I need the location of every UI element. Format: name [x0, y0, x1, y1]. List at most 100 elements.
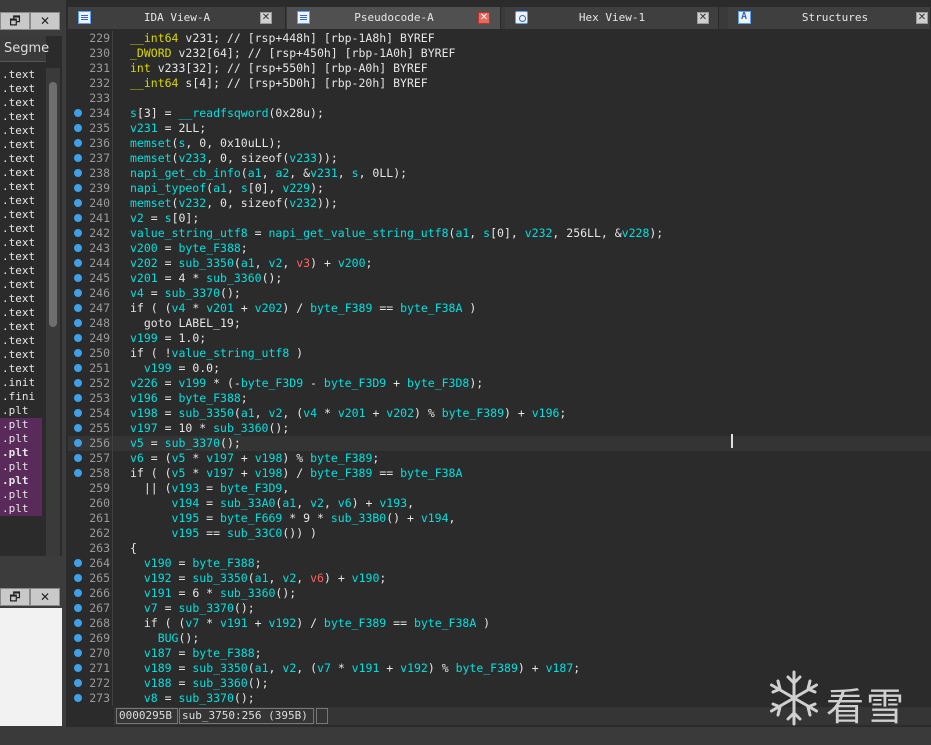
code-line[interactable]: 231 int v233[32]; // [rsp+550h] [rbp-A0h]…: [68, 61, 931, 76]
segment-item[interactable]: .fini: [0, 390, 42, 404]
code-text[interactable]: memset(v233, 0, sizeof(v233));: [130, 151, 338, 166]
code-text[interactable]: if ( !value_string_utf8 ): [130, 346, 303, 361]
code-text[interactable]: v8 = sub_3370();: [130, 691, 255, 706]
segment-item[interactable]: .text: [0, 68, 42, 82]
breakpoint-dot-icon[interactable]: [74, 304, 82, 312]
breakpoint-dot-icon[interactable]: [74, 334, 82, 342]
segment-item[interactable]: .init: [0, 376, 42, 390]
tab-ida-view-a[interactable]: IDA View-A ✕: [68, 7, 286, 29]
segment-item[interactable]: .plt: [0, 460, 42, 474]
breakpoint-dot-icon[interactable]: [74, 454, 82, 462]
code-line[interactable]: 245 v201 = 4 * sub_3360();: [68, 271, 931, 286]
code-line[interactable]: 241 v2 = s[0];: [68, 211, 931, 226]
code-line[interactable]: 248 goto LABEL_19;: [68, 316, 931, 331]
code-line[interactable]: 257 v6 = (v5 * v197 + v198) % byte_F389;: [68, 451, 931, 466]
code-text[interactable]: v199 = 0.0;: [130, 361, 220, 376]
code-text[interactable]: goto LABEL_19;: [130, 316, 241, 331]
code-line[interactable]: 240 memset(v232, 0, sizeof(v232));: [68, 196, 931, 211]
code-line[interactable]: 266 v191 = 6 * sub_3360();: [68, 586, 931, 601]
segment-item[interactable]: .text: [0, 222, 42, 236]
code-text[interactable]: || (v193 = byte_F3D9,: [130, 481, 289, 496]
breakpoint-dot-icon[interactable]: [74, 409, 82, 417]
code-line[interactable]: 254 v198 = sub_3350(a1, v2, (v4 * v201 + …: [68, 406, 931, 421]
lower-restore-icon[interactable]: 🗗: [0, 588, 30, 606]
code-line[interactable]: 229 __int64 v231; // [rsp+448h] [rbp-1A8h…: [68, 31, 931, 46]
segment-item[interactable]: .text: [0, 250, 42, 264]
segment-item[interactable]: .text: [0, 264, 42, 278]
code-text[interactable]: if ( (v5 * v197 + v198) / byte_F389 == b…: [130, 466, 462, 481]
breakpoint-dot-icon[interactable]: [74, 439, 82, 447]
code-text[interactable]: __int64 s[4]; // [rsp+5D0h] [rbp-20h] BY…: [130, 76, 428, 91]
close-tab-icon[interactable]: ✕: [260, 12, 272, 24]
code-text[interactable]: v196 = byte_F388;: [130, 391, 248, 406]
breakpoint-dot-icon[interactable]: [74, 364, 82, 372]
code-text[interactable]: v198 = sub_3350(a1, v2, (v4 * v201 + v20…: [130, 406, 566, 421]
code-line[interactable]: 265 v192 = sub_3350(a1, v2, v6) + v190;: [68, 571, 931, 586]
code-text[interactable]: v190 = byte_F388;: [130, 556, 262, 571]
code-line[interactable]: 243 v200 = byte_F388;: [68, 241, 931, 256]
close-tab-icon[interactable]: ✕: [697, 12, 709, 24]
breakpoint-dot-icon[interactable]: [74, 604, 82, 612]
segment-item[interactable]: .text: [0, 236, 42, 250]
code-line[interactable]: 256 v5 = sub_3370();: [68, 436, 931, 451]
breakpoint-dot-icon[interactable]: [74, 154, 82, 162]
code-line[interactable]: 232 __int64 s[4]; // [rsp+5D0h] [rbp-20h]…: [68, 76, 931, 91]
code-line[interactable]: 230 _DWORD v232[64]; // [rsp+450h] [rbp-1…: [68, 46, 931, 61]
close-tab-icon[interactable]: ✕: [478, 12, 490, 24]
code-line[interactable]: 261 v195 = byte_F669 * 9 * sub_33B0() + …: [68, 511, 931, 526]
code-line[interactable]: 259 || (v193 = byte_F3D9,: [68, 481, 931, 496]
segment-item[interactable]: .text: [0, 348, 42, 362]
code-text[interactable]: v231 = 2LL;: [130, 121, 206, 136]
code-line[interactable]: 238 napi_get_cb_info(a1, a2, &v231, s, 0L…: [68, 166, 931, 181]
code-text[interactable]: v188 = sub_3360();: [130, 676, 269, 691]
code-line[interactable]: 268 if ( (v7 * v191 + v192) / byte_F389 …: [68, 616, 931, 631]
code-text[interactable]: v189 = sub_3350(a1, v2, (v7 * v191 + v19…: [130, 661, 580, 676]
breakpoint-dot-icon[interactable]: [74, 199, 82, 207]
code-text[interactable]: v201 = 4 * sub_3360();: [130, 271, 282, 286]
code-line[interactable]: 235 v231 = 2LL;: [68, 121, 931, 136]
breakpoint-dot-icon[interactable]: [74, 619, 82, 627]
code-text[interactable]: v195 = byte_F669 * 9 * sub_33B0() + v194…: [130, 511, 456, 526]
code-text[interactable]: _DWORD v232[64]; // [rsp+450h] [rbp-1A0h…: [130, 46, 455, 61]
code-text[interactable]: memset(s, 0, 0x10uLL);: [130, 136, 282, 151]
code-line[interactable]: 247 if ( (v4 * v201 + v202) / byte_F389 =…: [68, 301, 931, 316]
code-text[interactable]: v6 = (v5 * v197 + v198) % byte_F389;: [130, 451, 379, 466]
segment-item[interactable]: .text: [0, 110, 42, 124]
code-line[interactable]: 246 v4 = sub_3370();: [68, 286, 931, 301]
segment-item[interactable]: .text: [0, 124, 42, 138]
code-text[interactable]: memset(v232, 0, sizeof(v232));: [130, 196, 338, 211]
code-line[interactable]: 237 memset(v233, 0, sizeof(v233));: [68, 151, 931, 166]
code-text[interactable]: int v233[32]; // [rsp+550h] [rbp-A0h] BY…: [130, 61, 428, 76]
breakpoint-dot-icon[interactable]: [74, 394, 82, 402]
code-text[interactable]: v187 = byte_F388;: [130, 646, 262, 661]
code-line[interactable]: 233: [68, 91, 931, 106]
pseudocode-view[interactable]: 229 __int64 v231; // [rsp+448h] [rbp-1A8h…: [68, 31, 931, 706]
code-text[interactable]: __int64 v231; // [rsp+448h] [rbp-1A8h] B…: [130, 31, 435, 46]
segment-item[interactable]: .text: [0, 180, 42, 194]
segment-item[interactable]: .text: [0, 82, 42, 96]
breakpoint-dot-icon[interactable]: [74, 679, 82, 687]
segment-item[interactable]: .plt: [0, 446, 42, 460]
breakpoint-dot-icon[interactable]: [74, 379, 82, 387]
breakpoint-dot-icon[interactable]: [74, 424, 82, 432]
code-text[interactable]: v195 == sub_33C0()) ): [130, 526, 317, 541]
code-text[interactable]: v192 = sub_3350(a1, v2, v6) + v190;: [130, 571, 386, 586]
segment-item[interactable]: .text: [0, 194, 42, 208]
segment-item[interactable]: .text: [0, 96, 42, 110]
code-text[interactable]: value_string_utf8 = napi_get_value_strin…: [130, 226, 663, 241]
breakpoint-dot-icon[interactable]: [74, 349, 82, 357]
segments-column-header[interactable]: Segme: [0, 36, 49, 62]
breakpoint-dot-icon[interactable]: [74, 109, 82, 117]
breakpoint-dot-icon[interactable]: [74, 259, 82, 267]
code-text[interactable]: v5 = sub_3370();: [130, 436, 241, 451]
breakpoint-dot-icon[interactable]: [74, 469, 82, 477]
breakpoint-dot-icon[interactable]: [74, 214, 82, 222]
breakpoint-dot-icon[interactable]: [74, 289, 82, 297]
code-line[interactable]: 263 {: [68, 541, 931, 556]
code-text[interactable]: if ( (v7 * v191 + v192) / byte_F389 == b…: [130, 616, 490, 631]
breakpoint-dot-icon[interactable]: [74, 589, 82, 597]
breakpoint-dot-icon[interactable]: [74, 559, 82, 567]
breakpoint-dot-icon[interactable]: [74, 664, 82, 672]
code-text[interactable]: v226 = v199 * (-byte_F3D9 - byte_F3D9 + …: [130, 376, 483, 391]
code-text[interactable]: v202 = sub_3350(a1, v2, v3) + v200;: [130, 256, 372, 271]
